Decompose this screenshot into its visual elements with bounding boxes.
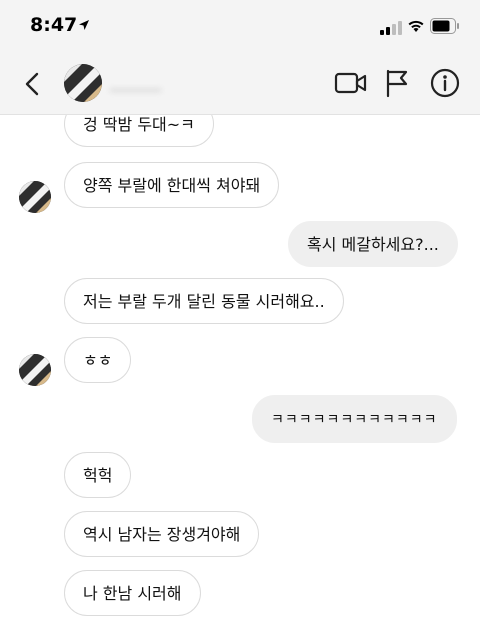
message-bubble-received[interactable]: 역시 남자는 장생겨야해: [64, 511, 260, 557]
message-bubble-received[interactable]: ㅎㅎ: [64, 337, 132, 383]
message-bubble-received[interactable]: 양쪽 부랄에 한대씩 쳐야돼: [64, 162, 280, 208]
message-thread[interactable]: 겅 딱밤 두대~ㅋ 양쪽 부랄에 한대씩 쳐야돼 혹시 메갈하세요?... 저는…: [0, 115, 480, 625]
back-chevron-icon[interactable]: [20, 70, 46, 98]
message-text: 양쪽 부랄에 한대씩 쳐야돼: [83, 176, 261, 195]
message-text: 저는 부랄 두개 달린 동물 시러해요..: [83, 292, 325, 311]
message-text: ㅎㅎ: [83, 351, 113, 370]
message-text: 겅 딱밤 두대~ㅋ: [83, 115, 195, 134]
message-text: 역시 남자는 장생겨야해: [83, 525, 241, 544]
message-text: 헉헉: [83, 466, 113, 485]
status-time: 8:47: [30, 14, 78, 36]
status-bar: 8:47: [0, 0, 480, 52]
location-arrow-icon: [79, 20, 89, 30]
contact-name[interactable]: ______: [110, 72, 161, 92]
message-bubble-received[interactable]: 겅 딱밤 두대~ㅋ: [64, 115, 214, 147]
battery-icon: [430, 18, 459, 34]
video-call-icon[interactable]: [334, 70, 368, 96]
sender-avatar[interactable]: [19, 354, 51, 386]
info-icon[interactable]: [430, 68, 460, 98]
sender-avatar[interactable]: [19, 181, 51, 213]
message-text: ㅋㅋㅋㅋㅋㅋㅋㅋㅋㅋㅋㅋ: [271, 412, 438, 428]
flag-icon[interactable]: [384, 68, 410, 98]
message-text: 나 한남 시러해: [83, 584, 182, 603]
message-text: 혹시 메갈하세요?...: [307, 235, 439, 254]
message-bubble-received[interactable]: 저는 부랄 두개 달린 동물 시러해요..: [64, 278, 344, 324]
wifi-icon: [408, 20, 424, 32]
message-bubble-received[interactable]: 헉헉: [64, 452, 132, 498]
signal-icon: [380, 21, 402, 35]
message-bubble-sent[interactable]: ㅋㅋㅋㅋㅋㅋㅋㅋㅋㅋㅋㅋ: [252, 395, 457, 443]
contact-avatar[interactable]: [64, 64, 102, 102]
chat-header: ______: [0, 52, 480, 115]
message-bubble-received[interactable]: 나 한남 시러해: [64, 570, 201, 616]
message-bubble-sent[interactable]: 혹시 메갈하세요?...: [288, 221, 458, 267]
